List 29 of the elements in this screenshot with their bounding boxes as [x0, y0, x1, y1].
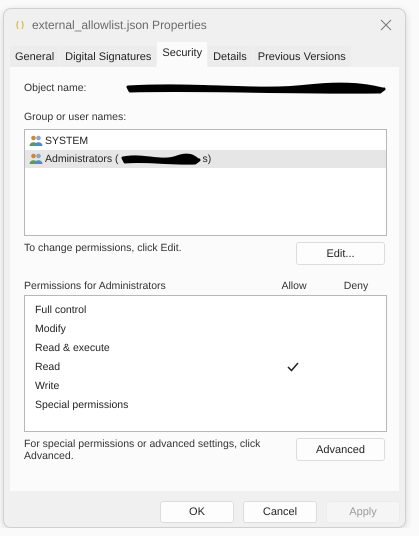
group-label: Group or user names: [24, 111, 126, 123]
permissions-label: Permissions for Administrators [24, 280, 167, 292]
dialog-button[interactable]: OK [160, 501, 234, 523]
permission-name: Modify [35, 322, 67, 334]
window-title: external_allowlist.json Properties [32, 18, 208, 32]
object-name-label: Object name: [24, 82, 86, 94]
file-icon [16, 19, 24, 31]
advanced-button[interactable]: Advanced [296, 438, 385, 461]
dialog-button[interactable]: Cancel [243, 501, 317, 523]
tab[interactable]: Security [157, 42, 208, 67]
close-icon [380, 19, 392, 31]
advanced-hint: For special permissions or advanced settings, click Advanced. [24, 438, 262, 462]
tab[interactable]: Details [208, 46, 252, 67]
edit-hint: To change permissions, click Edit. [24, 242, 182, 254]
permission-name: Full control [35, 304, 88, 316]
allow-header: Allow [281, 280, 307, 292]
permission-name: Special permissions [35, 398, 130, 410]
group-item[interactable]: Administrators ( s) [25, 150, 386, 168]
group-item[interactable]: SYSTEM [25, 132, 386, 150]
permission-name: Write [35, 380, 60, 392]
edit-button[interactable]: Edit... [296, 242, 385, 265]
users-icon [29, 135, 43, 147]
permission-name: Read & execute [35, 342, 111, 354]
permission-name: Read [35, 360, 62, 372]
tab[interactable]: Digital Signatures [60, 46, 156, 67]
tab[interactable]: Previous Versions [252, 46, 351, 67]
users-icon [29, 153, 43, 165]
tab[interactable]: General [10, 46, 60, 67]
deny-header: Deny [344, 280, 368, 292]
